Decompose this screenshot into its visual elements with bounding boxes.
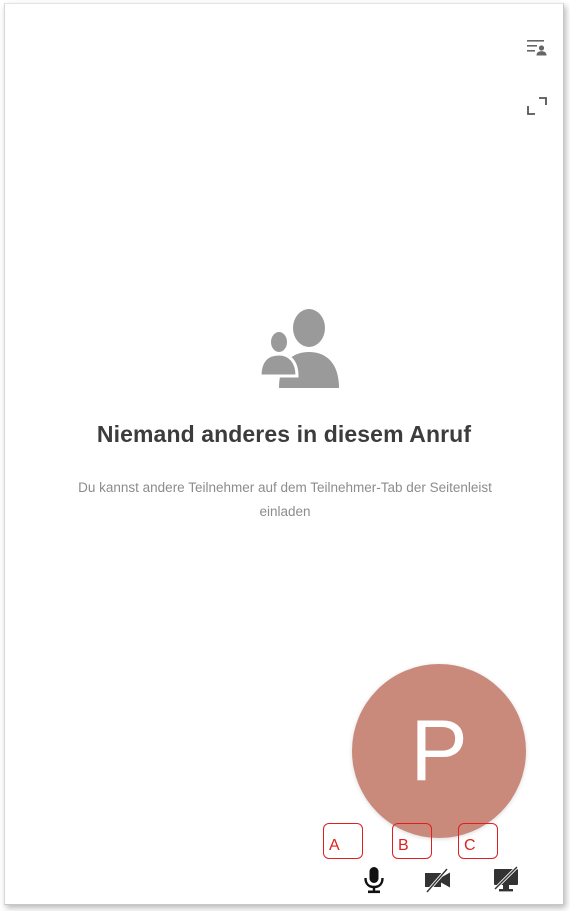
annotation-marker-b: B [392, 823, 432, 859]
participants-list-button[interactable] [525, 36, 549, 60]
users-icon [257, 306, 341, 388]
fullscreen-button[interactable] [525, 94, 549, 118]
annotation-marker-c: C [458, 823, 498, 859]
fullscreen-icon [527, 97, 547, 115]
annotation-marker-a: A [323, 823, 363, 859]
microphone-button[interactable] [358, 864, 390, 896]
participants-list-icon [527, 40, 547, 56]
screen-share-off-icon [493, 865, 519, 892]
video-off-icon [425, 867, 450, 894]
call-view: Niemand anderes in diesem Anruf Du kanns… [4, 3, 564, 905]
microphone-icon [364, 867, 384, 894]
screen-share-button[interactable] [490, 864, 522, 896]
empty-state-title: Niemand anderes in diesem Anruf [96, 421, 472, 447]
avatar: P [352, 664, 526, 838]
empty-state-subtitle-line2: einladen [259, 504, 311, 519]
empty-state-subtitle: Du kannst andere Teilnehmer auf dem Teil… [5, 476, 563, 524]
empty-state-subtitle-line1: Du kannst andere Teilnehmer auf dem Teil… [78, 480, 492, 495]
video-toggle-button[interactable] [422, 864, 454, 896]
